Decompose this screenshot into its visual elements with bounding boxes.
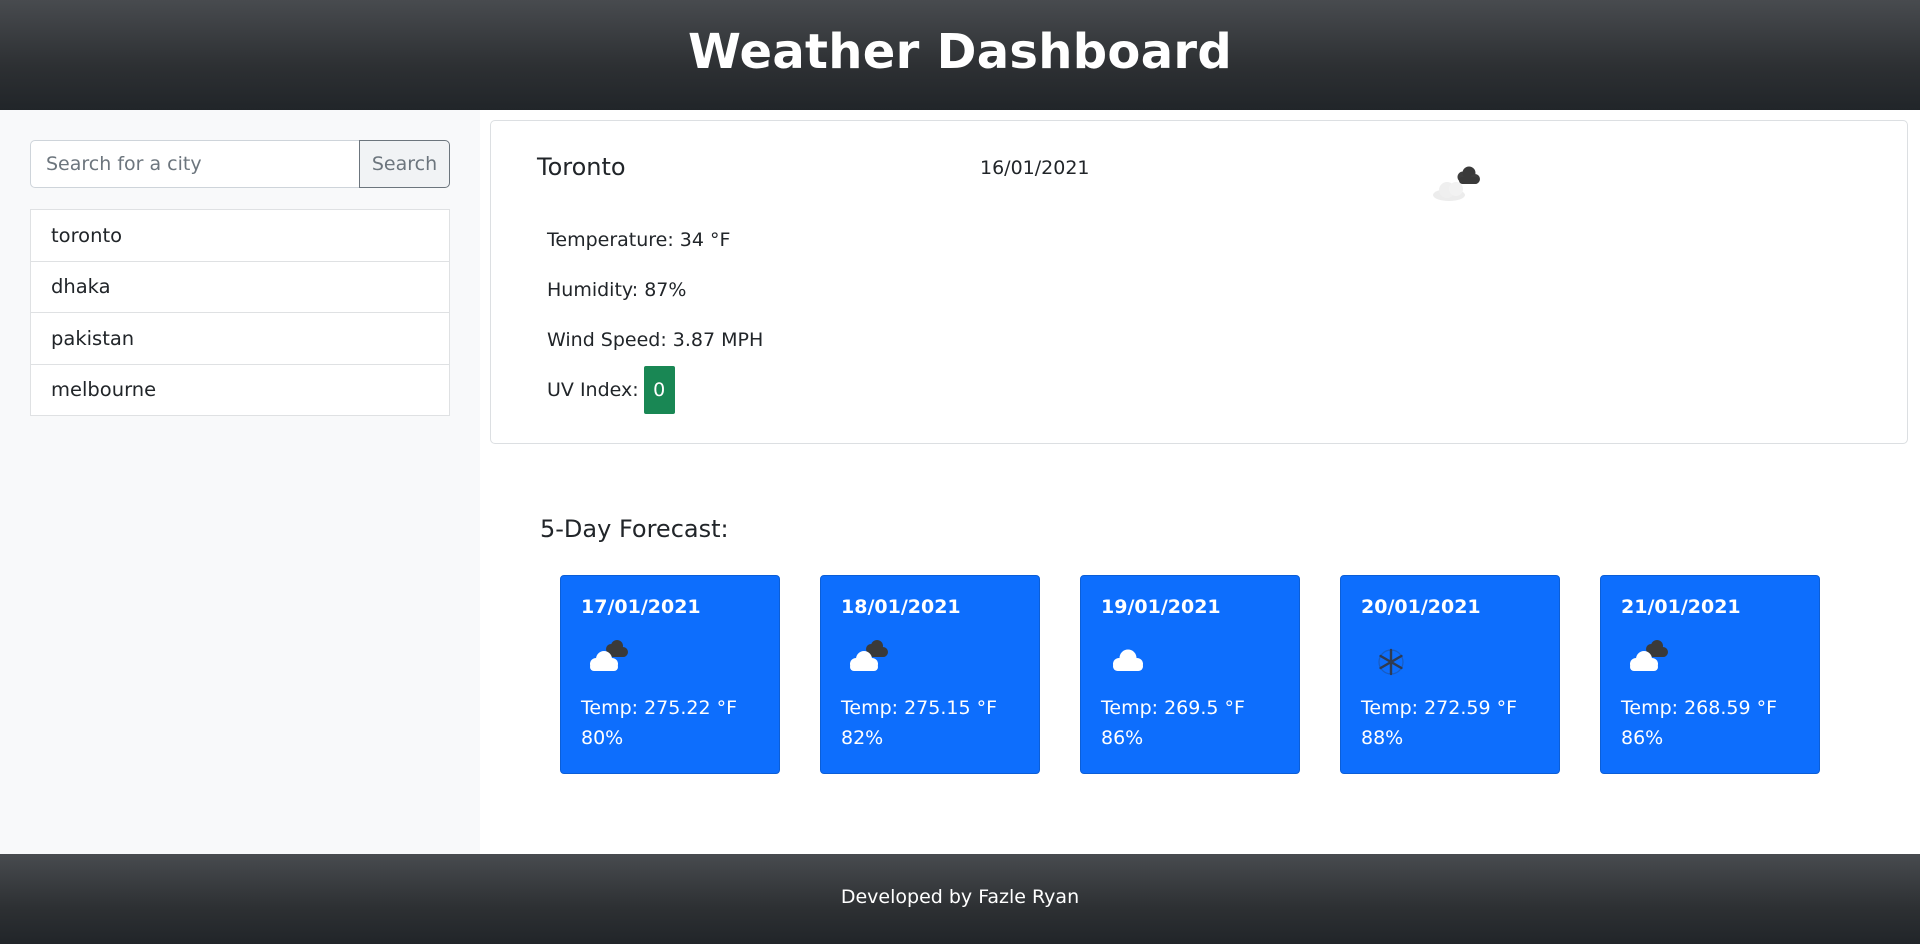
search-history-list: toronto dhaka pakistan melbourne	[30, 209, 450, 416]
history-item-toronto[interactable]: toronto	[30, 209, 450, 262]
current-city-name: Toronto	[537, 153, 626, 181]
broken-clouds-icon	[850, 640, 888, 671]
forecast-card: 21/01/2021 Temp: 268.59 °F 86%	[1600, 575, 1820, 774]
history-item-dhaka[interactable]: dhaka	[30, 260, 450, 313]
forecast-humidity: 80%	[581, 727, 624, 749]
broken-clouds-icon	[1630, 640, 1668, 671]
forecast-date: 19/01/2021	[1101, 596, 1221, 618]
search-form: Search	[30, 140, 450, 188]
forecast-humidity: 86%	[1101, 727, 1144, 749]
city-search-input[interactable]	[30, 140, 359, 188]
uv-index-row: UV Index: 0	[547, 366, 675, 414]
history-item-melbourne[interactable]: melbourne	[30, 363, 450, 416]
forecast-temp: Temp: 272.59 °F	[1361, 697, 1518, 719]
forecast-date: 20/01/2021	[1361, 596, 1481, 618]
forecast-date: 21/01/2021	[1621, 596, 1741, 618]
cloud-icon	[1113, 649, 1143, 671]
current-humidity: Humidity: 87%	[547, 279, 687, 301]
page-footer: Developed by Fazle Ryan	[0, 854, 1920, 944]
page-title: Weather Dashboard	[687, 24, 1233, 80]
uv-index-badge: 0	[643, 366, 675, 414]
forecast-temp: Temp: 269.5 °F	[1101, 697, 1245, 719]
forecast-temp: Temp: 268.59 °F	[1621, 697, 1778, 719]
forecast-card: 19/01/2021 Temp: 269.5 °F 86%	[1080, 575, 1300, 774]
forecast-temp: Temp: 275.15 °F	[841, 697, 998, 719]
forecast-card: 17/01/2021 Temp: 275.22 °F 80%	[560, 575, 780, 774]
forecast-card: 20/01/2021 Temp: 272.59 °F 88%	[1340, 575, 1560, 774]
sidebar: Search toronto dhaka pakistan melbourne	[0, 110, 480, 854]
forecast-row: 17/01/2021 Temp: 275.22 °F 80% 18/01/202…	[560, 575, 1820, 774]
broken-clouds-icon	[590, 640, 628, 671]
forecast-temp: Temp: 275.22 °F	[581, 697, 738, 719]
forecast-card: 18/01/2021 Temp: 275.15 °F 82%	[820, 575, 1040, 774]
forecast-humidity: 88%	[1361, 727, 1404, 749]
forecast-date: 17/01/2021	[581, 596, 701, 618]
cloudy-dark-icon	[1433, 166, 1480, 201]
forecast-humidity: 82%	[841, 727, 884, 749]
history-item-pakistan[interactable]: pakistan	[30, 312, 450, 365]
forecast-humidity: 86%	[1621, 727, 1664, 749]
forecast-date: 18/01/2021	[841, 596, 961, 618]
forecast-title: 5-Day Forecast:	[540, 515, 729, 543]
current-weather-card: Toronto 16/01/2021 Temperature: 34 °F Hu…	[490, 120, 1908, 444]
footer-credit: Developed by Fazle Ryan	[840, 886, 1080, 908]
snowflake-icon	[1378, 648, 1404, 676]
current-date: 16/01/2021	[980, 157, 1090, 179]
current-temperature: Temperature: 34 °F	[547, 229, 731, 251]
uv-index-label: UV Index:	[547, 379, 639, 401]
current-wind-speed: Wind Speed: 3.87 MPH	[547, 329, 764, 351]
search-button[interactable]: Search	[359, 140, 450, 188]
page-header: Weather Dashboard	[0, 0, 1920, 110]
